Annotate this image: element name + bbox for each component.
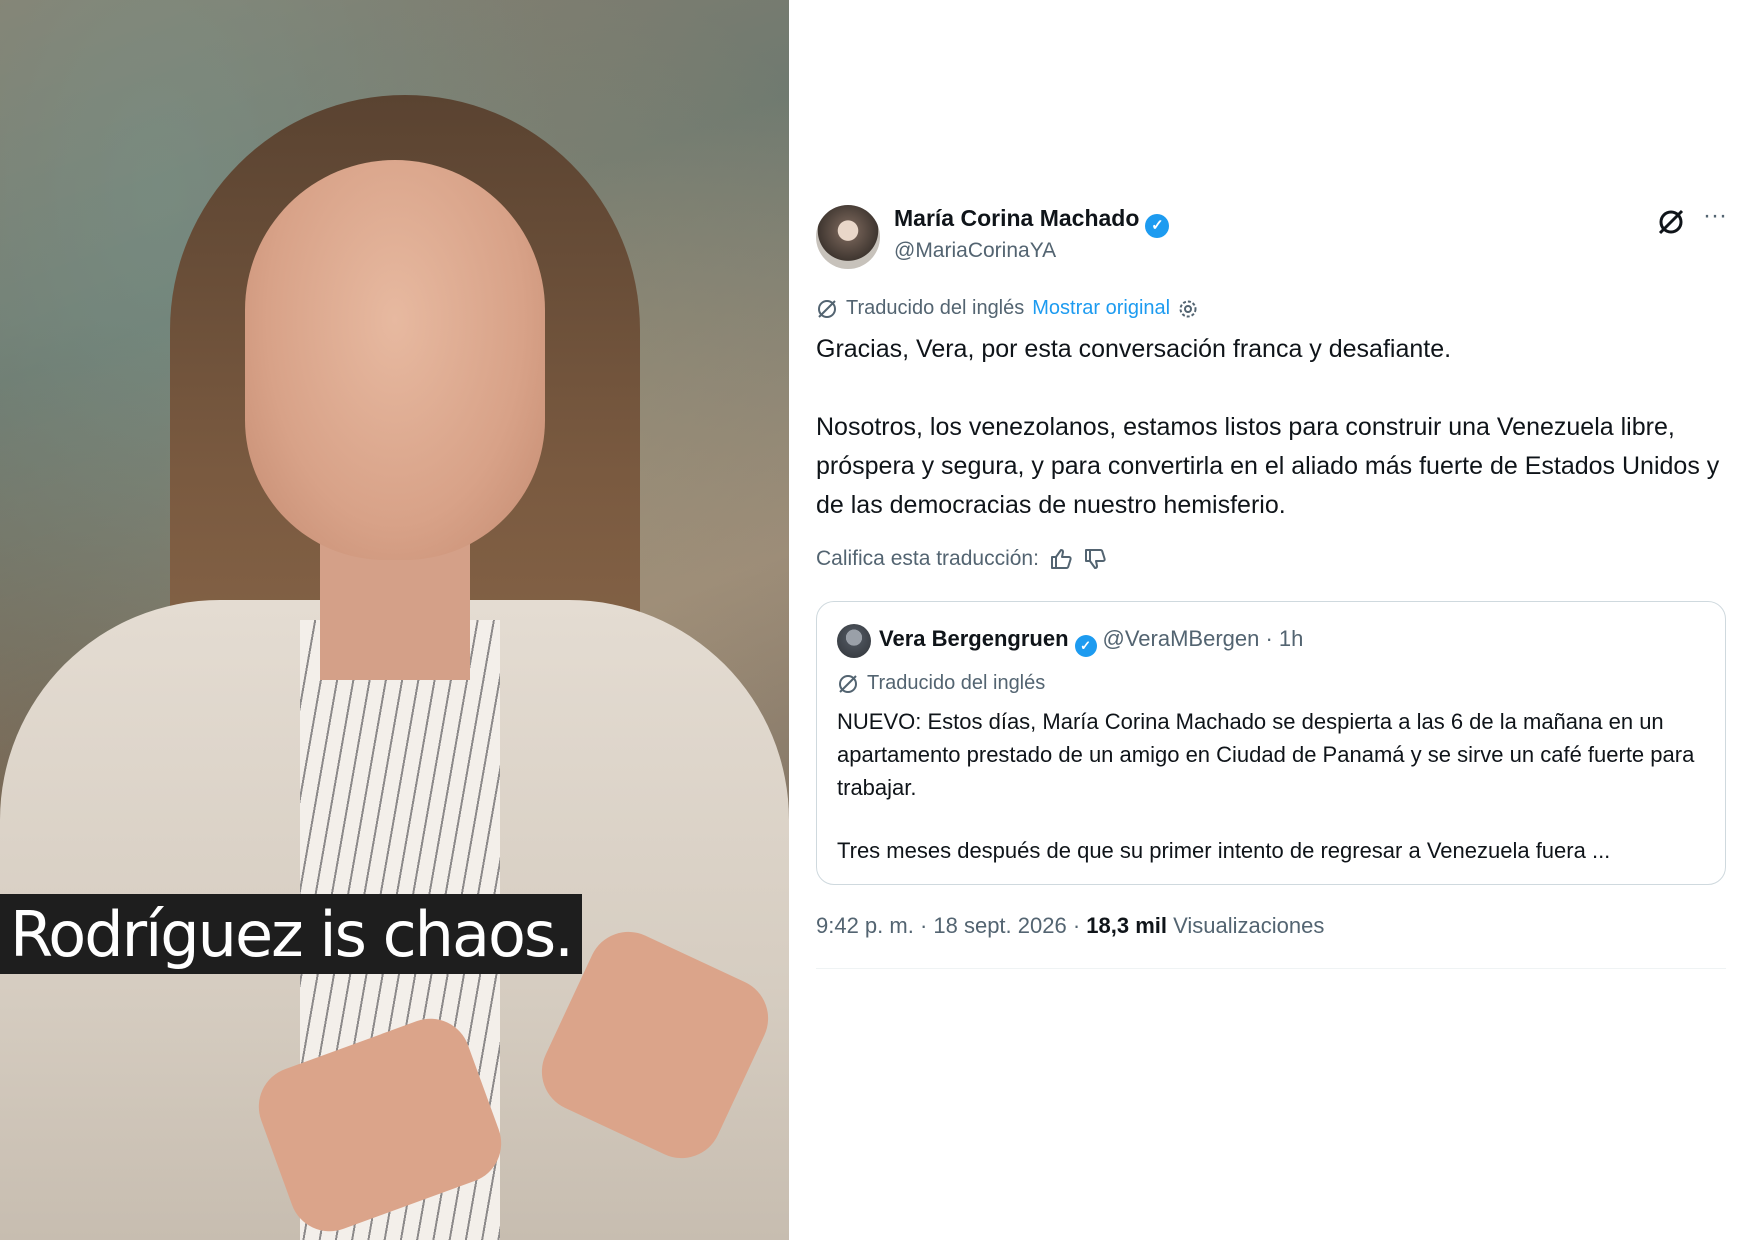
tweet-timestamp[interactable]: 9:42 p. m. · 18 sept. 2026 · — [816, 913, 1086, 938]
quoted-author-name[interactable]: Vera Bergengruen — [879, 626, 1069, 651]
quoted-tweet[interactable]: Vera Bergengruen ✓ @VeraMBergen · 1h Tradu… — [816, 601, 1726, 885]
translation-info: Traducido del inglés Mostrar original — [816, 297, 1198, 320]
author-name-row[interactable]: María Corina Machado ✓ — [894, 205, 1170, 238]
translate-icon — [837, 673, 859, 695]
divider — [816, 968, 1726, 969]
quoted-author-handle-time[interactable]: @VeraMBergen · 1h — [1103, 626, 1304, 651]
tweet-paragraph: Nosotros, los venezolanos, estamos listo… — [816, 413, 1720, 519]
rate-translation: Califica esta traducción: — [816, 547, 1107, 571]
show-original-link[interactable]: Mostrar original — [1032, 297, 1170, 320]
tweet-paragraph: Gracias, Vera, por esta conversación fra… — [816, 335, 1452, 363]
verified-badge-icon: ✓ — [1074, 635, 1097, 657]
quoted-paragraph: NUEVO: Estos días, María Corina Machado … — [837, 709, 1695, 800]
tweet-metadata: 9:42 p. m. · 18 sept. 2026 · 18,3 mil Vi… — [816, 913, 1324, 939]
author-handle[interactable]: @MariaCorinaYA — [894, 239, 1056, 263]
quoted-translated-label: Traducido del inglés — [867, 672, 1046, 694]
translate-icon — [816, 298, 838, 320]
video-subtitle: Rodríguez is chaos. — [0, 894, 582, 974]
settings-gear-icon[interactable] — [1178, 299, 1198, 319]
author-avatar[interactable] — [816, 205, 880, 269]
quoted-author-row[interactable]: Vera Bergengruen ✓ @VeraMBergen · 1h — [879, 626, 1303, 657]
verified-badge-icon: ✓ — [1145, 214, 1170, 238]
views-count: 18,3 mil — [1086, 913, 1167, 938]
more-icon[interactable]: ··· — [1695, 204, 1735, 236]
tweet-card: María Corina Machado ✓ @MariaCorinaYA ···… — [789, 0, 1748, 1240]
subtitle-text: Rodríguez is chaos. — [10, 897, 574, 971]
quoted-tweet-text: NUEVO: Estos días, María Corina Machado … — [837, 705, 1707, 897]
video-frame: Rodríguez is chaos. — [0, 0, 789, 1240]
quoted-paragraph: Tres meses después de que su primer inte… — [837, 838, 1611, 863]
thumbs-up-icon[interactable] — [1049, 547, 1073, 571]
thumbs-down-icon[interactable] — [1083, 547, 1107, 571]
translated-label: Traducido del inglés — [846, 297, 1025, 319]
author-name[interactable]: María Corina Machado — [894, 205, 1139, 231]
views-label: Visualizaciones — [1166, 913, 1325, 938]
quoted-author-avatar[interactable] — [837, 624, 871, 658]
grok-icon[interactable] — [1655, 206, 1687, 238]
tweet-text: Gracias, Vera, por esta conversación fra… — [816, 330, 1726, 564]
quoted-translation-info: Traducido del inglés — [837, 672, 1045, 695]
rate-translation-label: Califica esta traducción: — [816, 547, 1039, 570]
person-face — [245, 160, 545, 560]
